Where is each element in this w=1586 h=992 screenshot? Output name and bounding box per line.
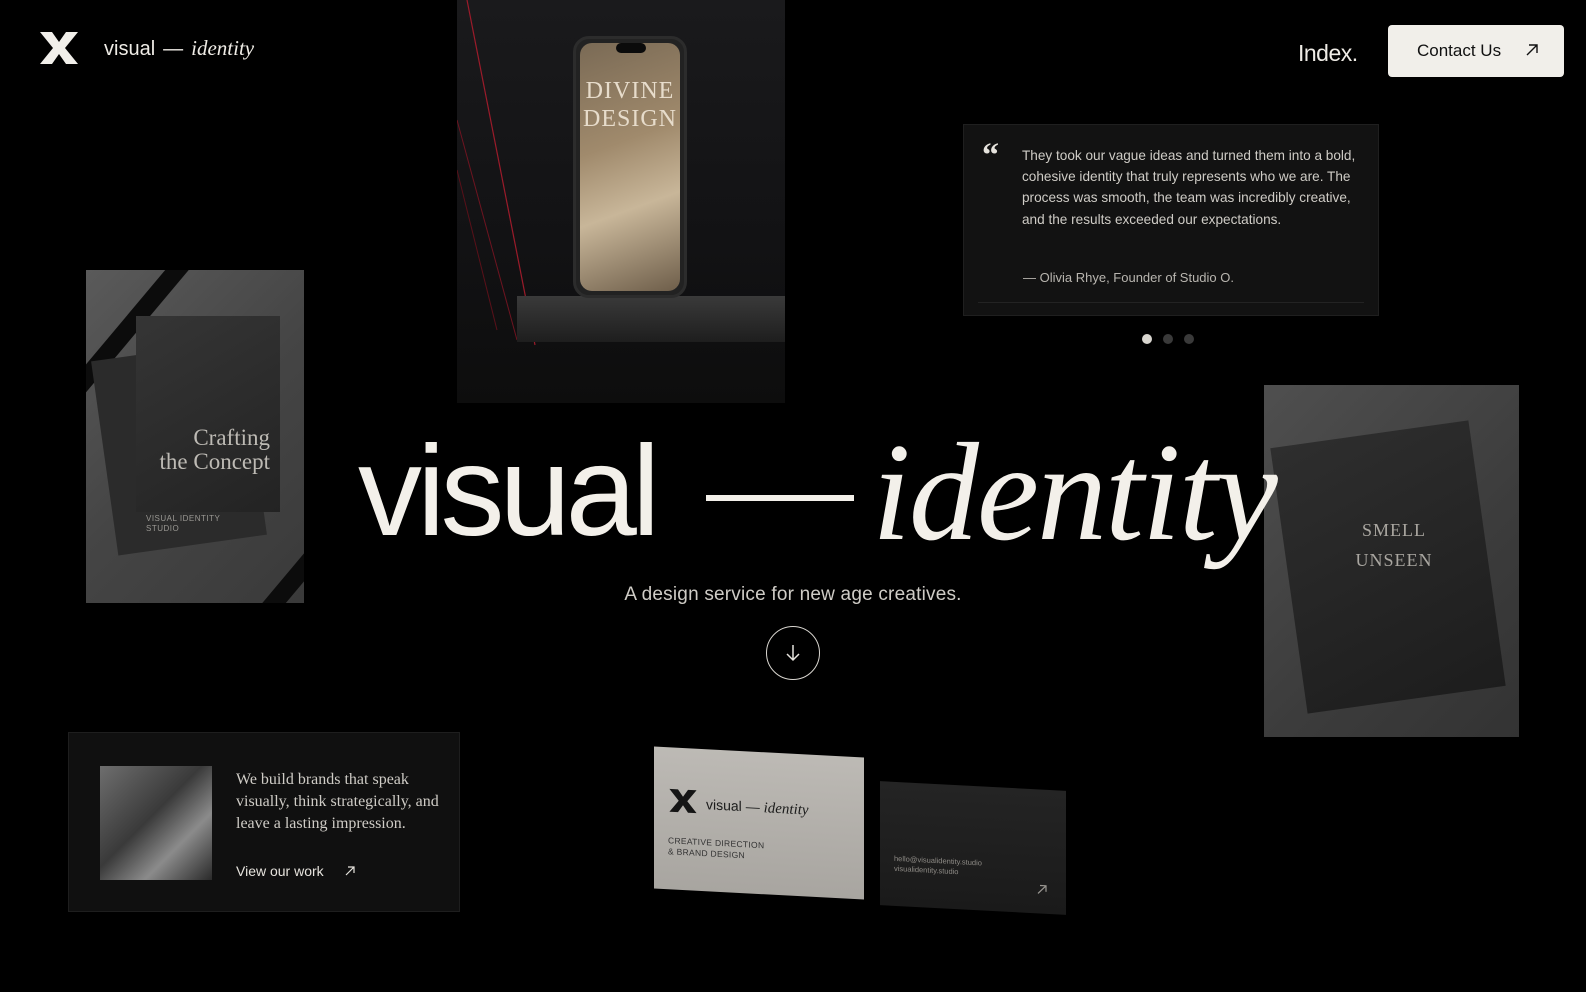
hero-title-italic: identity — [872, 415, 1278, 570]
testimonial-text: They took our vague ideas and turned the… — [1022, 148, 1356, 227]
bc-brand-dash: — — [745, 798, 760, 816]
book-footer-text: VISUAL IDENTITY STUDIO — [146, 514, 220, 534]
brand-regular: visual — [104, 38, 156, 60]
brand-italic: identity — [191, 36, 255, 60]
hero-title-regular: visual — [358, 420, 660, 563]
hero-title-dash — [706, 495, 854, 501]
bc-brand-regular: visual — [706, 796, 742, 815]
view-our-work-label: View our work — [236, 863, 324, 879]
divider — [978, 302, 1364, 303]
carousel-dot-3[interactable] — [1184, 334, 1194, 344]
x-mark-logo-icon — [669, 788, 697, 814]
phone-title-line2: DESIGN — [583, 106, 677, 132]
stone-pedestal — [517, 296, 785, 342]
view-our-work-link[interactable]: View our work — [236, 863, 356, 879]
carousel-dot-2[interactable] — [1163, 334, 1173, 344]
testimonial-author: — Olivia Rhye, Founder of Studio O. — [1023, 270, 1234, 285]
book-title: Crafting the Concept — [160, 426, 271, 474]
hero-title: visual identity — [358, 418, 1278, 578]
book-title-line1: Crafting — [193, 425, 270, 450]
book-front-cover: Crafting the Concept VISUAL IDENTITY STU… — [136, 316, 280, 533]
book-title-line2: the Concept — [159, 449, 271, 474]
x-mark-logo-icon[interactable] — [38, 30, 80, 66]
about-text: We build brands that speak visually, thi… — [236, 771, 439, 832]
hero-subtitle: A design service for new age creatives. — [624, 584, 962, 605]
phone-notch — [616, 43, 646, 53]
arrow-up-right-icon — [1037, 884, 1047, 894]
business-card-back: hello@visualidentity.studio visualidenti… — [880, 781, 1066, 915]
arrow-down-icon — [786, 645, 800, 662]
bc-brand-italic: identity — [763, 800, 809, 819]
contact-us-label: Contact Us — [1417, 41, 1502, 60]
nav-index-link[interactable]: Index. — [1298, 40, 1358, 67]
scroll-down-button[interactable] — [766, 626, 820, 680]
business-card-contact: hello@visualidentity.studio visualidenti… — [894, 854, 982, 879]
book-mockup-image: Crafting the Concept VISUAL IDENTITY STU… — [86, 270, 304, 603]
book-foot-line2: STUDIO — [146, 524, 180, 533]
business-card-brand: visual — identity — [706, 796, 809, 819]
book-foot-line1: VISUAL IDENTITY — [146, 514, 221, 523]
bag-label: SMELL UNSEEN — [1334, 515, 1454, 575]
carousel-dots — [1142, 334, 1194, 344]
brand-wordmark[interactable]: visual — identity — [104, 36, 254, 61]
bag-mockup-image: SMELL UNSEEN — [1264, 385, 1519, 737]
phone-device: DIVINE DESIGN — [573, 36, 687, 298]
carousel-dot-1[interactable] — [1142, 334, 1152, 344]
brand-dash: — — [163, 38, 184, 60]
quote-icon: “ — [982, 137, 999, 174]
rock-texture-image — [100, 766, 212, 880]
arrow-up-right-icon — [1526, 44, 1538, 56]
testimonial-card: “ They took our vague ideas and turned t… — [963, 124, 1379, 316]
phone-screen-title: DIVINE DESIGN — [576, 77, 684, 133]
business-card-front: visual — identity CREATIVE DIRECTION & B… — [654, 746, 864, 900]
contact-us-button[interactable]: Contact Us — [1388, 25, 1564, 77]
phone-title-line1: DIVINE — [585, 78, 675, 104]
about-card: We build brands that speak visually, thi… — [68, 732, 460, 912]
bag-label-line2: UNSEEN — [1355, 550, 1433, 570]
arrow-up-right-icon — [345, 866, 355, 876]
phone-mockup-image: DIVINE DESIGN — [457, 0, 785, 403]
bag-label-line1: SMELL — [1361, 520, 1426, 540]
business-card-subtitle: CREATIVE DIRECTION & BRAND DESIGN — [668, 835, 764, 862]
